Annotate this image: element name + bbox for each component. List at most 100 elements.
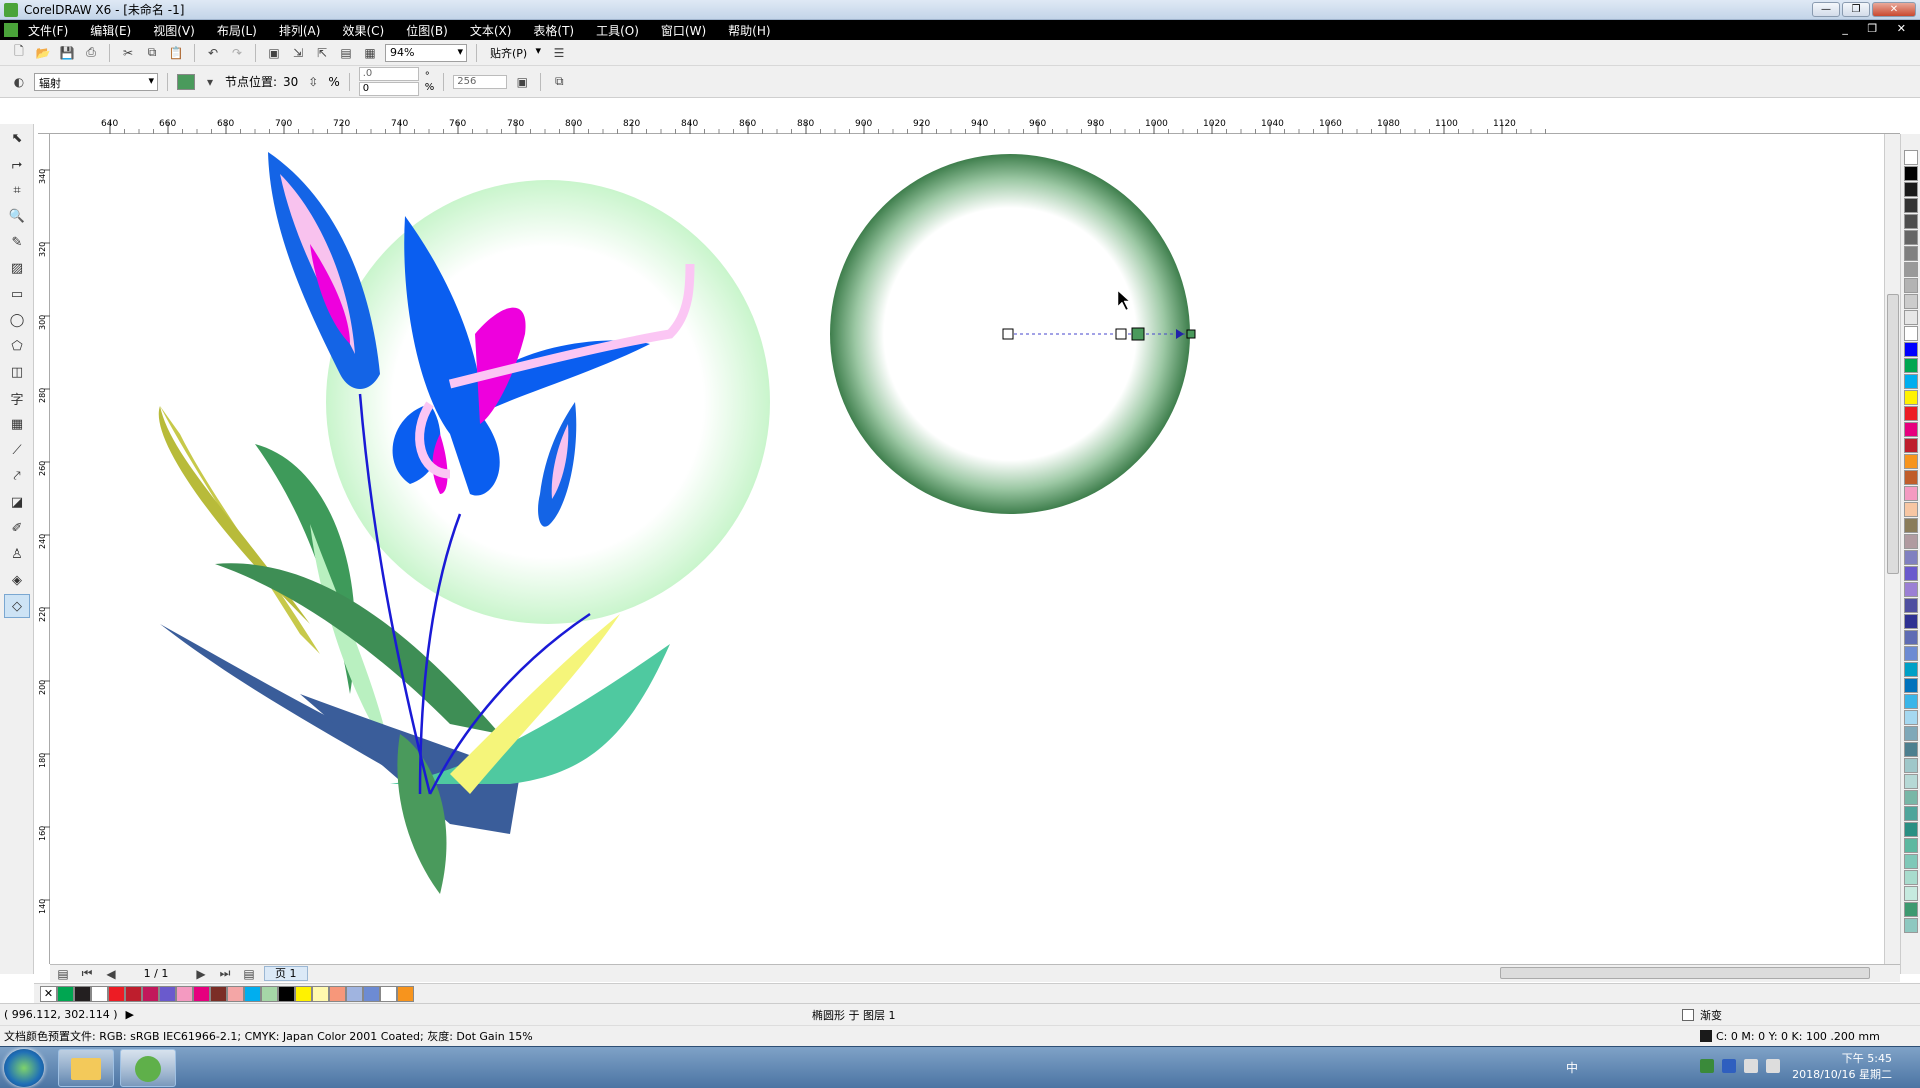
palette-swatch[interactable] — [1904, 182, 1918, 197]
edge-pad-input[interactable]: 0 — [358, 82, 419, 96]
palette-swatch[interactable] — [1904, 374, 1918, 389]
palette-swatch[interactable] — [1904, 550, 1918, 565]
fill-type-select[interactable]: 辐射 — [34, 72, 158, 91]
fill-tool-icon[interactable]: ◈ — [4, 568, 30, 592]
document-palette-swatch[interactable] — [363, 985, 380, 1002]
node-position-value[interactable]: 30 — [283, 75, 298, 89]
menu-help[interactable]: 帮助(H) — [728, 22, 770, 39]
palette-swatch[interactable] — [1904, 774, 1918, 789]
fill-color-node[interactable] — [1131, 327, 1145, 341]
palette-swatch[interactable] — [1904, 854, 1918, 869]
document-palette-swatch[interactable] — [176, 985, 193, 1002]
palette-swatch[interactable] — [1904, 486, 1918, 501]
dimension-tool-icon[interactable]: ⟋ — [4, 438, 30, 462]
document-palette-swatch[interactable] — [346, 985, 363, 1002]
palette-swatch[interactable] — [1904, 726, 1918, 741]
document-palette-swatch[interactable] — [125, 985, 142, 1002]
palette-swatch[interactable] — [1904, 694, 1918, 709]
document-palette-swatch[interactable] — [108, 985, 125, 1002]
first-page-icon[interactable]: ⏮ — [78, 965, 96, 983]
palette-swatch[interactable] — [1904, 838, 1918, 853]
next-page-icon[interactable]: ▶ — [192, 965, 210, 983]
minimize-button[interactable]: — — [1812, 2, 1840, 17]
document-palette-swatch[interactable] — [142, 985, 159, 1002]
network-tray-icon[interactable] — [1700, 1059, 1714, 1073]
palette-swatch[interactable] — [1904, 918, 1918, 933]
palette-swatch[interactable] — [1904, 454, 1918, 469]
close-button[interactable]: ✕ — [1872, 2, 1916, 17]
publish-pdf-icon[interactable]: ▤ — [337, 44, 355, 62]
palette-swatch[interactable] — [1904, 246, 1918, 261]
shape-tool-icon[interactable]: ⮣ — [4, 152, 30, 176]
export-icon[interactable]: ⇱ — [313, 44, 331, 62]
document-palette-swatch[interactable] — [210, 985, 227, 1002]
document-palette-swatch[interactable] — [312, 985, 329, 1002]
drawing-canvas[interactable] — [50, 134, 1884, 964]
smart-fill-tool-icon[interactable]: ▨ — [4, 256, 30, 280]
palette-swatch[interactable] — [1904, 598, 1918, 613]
palette-swatch[interactable] — [1904, 342, 1918, 357]
copy-fill-icon[interactable]: ⧉ — [550, 73, 568, 91]
open-icon[interactable]: 📂 — [34, 44, 52, 62]
palette-swatch[interactable] — [1904, 790, 1918, 805]
add-page-after-icon[interactable]: ▤ — [240, 965, 258, 983]
document-palette-swatch[interactable] — [244, 985, 261, 1002]
palette-swatch[interactable] — [1904, 438, 1918, 453]
palette-swatch[interactable] — [1904, 582, 1918, 597]
blend-tool-icon[interactable]: ◪ — [4, 490, 30, 514]
palette-swatch[interactable] — [1904, 422, 1918, 437]
volume-tray-icon[interactable] — [1766, 1059, 1780, 1073]
app-launcher-icon[interactable]: ▦ — [361, 44, 379, 62]
document-palette-swatch[interactable] — [74, 985, 91, 1002]
menu-view[interactable]: 视图(V) — [153, 22, 195, 39]
palette-swatch[interactable] — [1904, 262, 1918, 277]
menu-effects[interactable]: 效果(C) — [342, 22, 384, 39]
horizontal-scrollbar[interactable] — [978, 966, 1878, 980]
palette-swatch[interactable] — [1904, 230, 1918, 245]
green-bubble-circle[interactable] — [326, 180, 770, 624]
vertical-scrollbar[interactable] — [1884, 134, 1900, 964]
document-palette-swatch[interactable] — [278, 985, 295, 1002]
fill-end-node[interactable] — [1186, 329, 1196, 339]
maximize-button[interactable]: ❐ — [1842, 2, 1870, 17]
expand-status-icon[interactable]: ▶ — [126, 1008, 134, 1021]
document-palette-swatch[interactable] — [159, 985, 176, 1002]
node-position-slider-icon[interactable]: ⇳ — [304, 73, 322, 91]
menu-arrange[interactable]: 排列(A) — [279, 22, 321, 39]
palette-swatch[interactable] — [1904, 902, 1918, 917]
palette-swatch[interactable] — [1904, 646, 1918, 661]
document-palette-swatch[interactable] — [295, 985, 312, 1002]
palette-swatch[interactable] — [1904, 278, 1918, 293]
import-icon[interactable]: ⇲ — [289, 44, 307, 62]
chevron-down-icon[interactable]: ▾ — [201, 73, 219, 91]
palette-swatch[interactable] — [1904, 742, 1918, 757]
pick-tool-icon[interactable]: ⬉ — [4, 126, 30, 150]
menu-table[interactable]: 表格(T) — [533, 22, 574, 39]
palette-swatch[interactable] — [1904, 310, 1918, 325]
yellow-leaf[interactable] — [160, 406, 320, 654]
palette-swatch[interactable] — [1904, 758, 1918, 773]
basic-shapes-tool-icon[interactable]: ◫ — [4, 360, 30, 384]
bluetooth-tray-icon[interactable] — [1722, 1059, 1736, 1073]
system-clock[interactable]: 下午 5:45 2018/10/16 星期二 — [1792, 1051, 1892, 1083]
node-color-picker[interactable] — [177, 73, 195, 90]
ellipse-tool-icon[interactable]: ◯ — [4, 308, 30, 332]
document-palette-swatch[interactable] — [397, 985, 414, 1002]
outline-indicator[interactable]: C: 0 M: 0 Y: 0 K: 100 .200 mm — [1700, 1030, 1880, 1043]
fill-midpoint-node[interactable] — [1115, 328, 1127, 340]
palette-swatch[interactable] — [1904, 870, 1918, 885]
undo-icon[interactable]: ↶ — [204, 44, 222, 62]
add-page-icon[interactable]: ▤ — [54, 965, 72, 983]
menu-window[interactable]: 窗口(W) — [661, 22, 706, 39]
explorer-taskbar-icon[interactable] — [58, 1049, 114, 1087]
angle-input[interactable]: .0 — [358, 67, 419, 81]
prev-page-icon[interactable]: ◀ — [102, 965, 120, 983]
rectangle-tool-icon[interactable]: ▭ — [4, 282, 30, 306]
fill-indicator[interactable]: 渐变 — [1682, 1007, 1722, 1023]
palette-swatch[interactable] — [1904, 470, 1918, 485]
palette-swatch[interactable] — [1904, 662, 1918, 677]
options-icon[interactable]: ☰ — [550, 44, 568, 62]
palette-swatch[interactable] — [1904, 534, 1918, 549]
color-profile-text[interactable]: 文档颜色预置文件: RGB: sRGB IEC61966-2.1; CMYK: … — [4, 1028, 533, 1044]
document-palette-swatch[interactable] — [57, 985, 74, 1002]
